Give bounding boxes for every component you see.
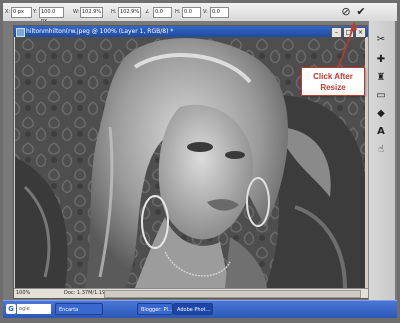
annotation-callout: Click After Resize bbox=[301, 67, 365, 96]
annotation-arrow bbox=[337, 22, 357, 69]
callout-line-1: Click After bbox=[313, 72, 353, 81]
screenshot-frame: X: 0 px Y: 100.0 px W: 102.9% H: 102.9% … bbox=[0, 0, 400, 323]
callout-line-2: Resize bbox=[320, 83, 346, 92]
